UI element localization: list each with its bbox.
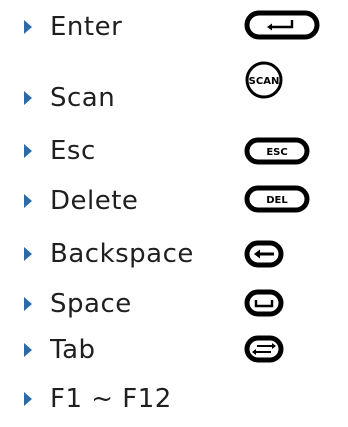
list-item-backspace: Backspace — [0, 230, 348, 278]
del-key-icon: DEL — [244, 185, 310, 217]
space-key-icon — [244, 289, 284, 321]
bullet-icon — [24, 144, 32, 158]
esc-key-icon: ESC — [244, 137, 310, 169]
list-item-label: Enter — [50, 12, 123, 42]
esc-key-text: ESC — [266, 147, 287, 158]
bullet-icon — [24, 194, 32, 208]
list-item-enter: Enter — [0, 3, 348, 51]
list-item-label: Space — [50, 289, 132, 319]
scan-key-icon: SCAN — [244, 60, 284, 104]
bullet-icon — [24, 247, 32, 261]
list-item-function-keys: F1 ~ F12 — [0, 375, 348, 423]
key-list: Enter Scan SCAN Esc ESC Delete DEL Backs… — [0, 0, 348, 427]
list-item-label: Tab — [50, 335, 96, 365]
list-item-delete: Delete DEL — [0, 177, 348, 225]
scan-key-text: SCAN — [249, 76, 280, 87]
backspace-key-icon — [244, 240, 284, 272]
list-item-label: Delete — [50, 186, 139, 216]
bullet-icon — [24, 343, 32, 357]
list-item-space: Space — [0, 280, 348, 328]
list-item-label: F1 ~ F12 — [50, 384, 172, 414]
tab-key-icon — [244, 335, 284, 367]
bullet-icon — [24, 297, 32, 311]
del-key-text: DEL — [266, 195, 288, 206]
list-item-label: Esc — [50, 136, 96, 166]
list-item-tab: Tab — [0, 326, 348, 374]
bullet-icon — [24, 392, 32, 406]
bullet-icon — [24, 20, 32, 34]
list-item-esc: Esc ESC — [0, 127, 348, 175]
list-item-label: Backspace — [50, 239, 194, 269]
bullet-icon — [24, 91, 32, 105]
list-item-label: Scan — [50, 83, 116, 113]
enter-key-icon — [244, 10, 320, 44]
list-item-scan: Scan SCAN — [0, 61, 348, 122]
